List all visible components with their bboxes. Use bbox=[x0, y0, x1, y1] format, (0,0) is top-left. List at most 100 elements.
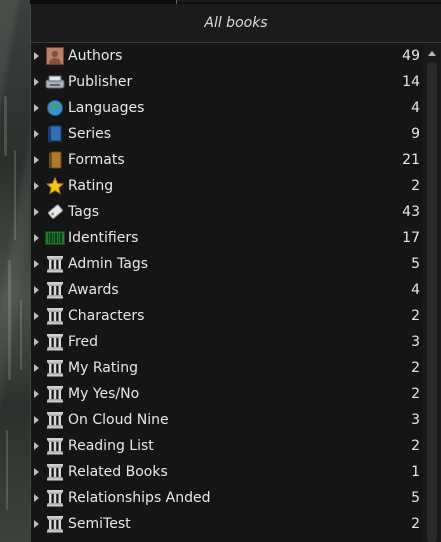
category-row-reading-list[interactable]: Reading List 2 bbox=[31, 433, 424, 459]
category-count: 3 bbox=[411, 334, 420, 350]
expand-arrow-icon[interactable] bbox=[34, 208, 39, 216]
category-row-tags[interactable]: Tags 43 bbox=[31, 199, 424, 225]
expand-arrow-icon[interactable] bbox=[34, 104, 39, 112]
category-label: Series bbox=[68, 126, 112, 142]
expand-arrow-icon[interactable] bbox=[34, 338, 39, 346]
category-row-on-cloud-nine[interactable]: On Cloud Nine 3 bbox=[31, 407, 424, 433]
column-icon bbox=[45, 385, 65, 403]
expand-arrow-icon[interactable] bbox=[34, 52, 39, 60]
expand-arrow-icon[interactable] bbox=[34, 260, 39, 268]
category-label: Languages bbox=[68, 100, 145, 116]
category-count: 2 bbox=[411, 360, 420, 376]
column-icon bbox=[45, 489, 65, 507]
category-label: Relationships Anded bbox=[68, 490, 211, 506]
category-row-related-books[interactable]: Related Books 1 bbox=[31, 459, 424, 485]
languages-icon bbox=[45, 99, 65, 117]
rating-icon bbox=[45, 177, 65, 195]
category-label: Tags bbox=[68, 204, 99, 220]
all-books-label: All books bbox=[204, 15, 268, 31]
column-icon bbox=[45, 359, 65, 377]
category-row-publisher[interactable]: Publisher 14 bbox=[31, 69, 424, 95]
category-count: 43 bbox=[402, 204, 420, 220]
column-icon bbox=[45, 255, 65, 273]
category-label: Characters bbox=[68, 308, 145, 324]
category-label: Formats bbox=[68, 152, 125, 168]
expand-arrow-icon[interactable] bbox=[34, 234, 39, 242]
category-row-relationships-anded[interactable]: Relationships Anded 5 bbox=[31, 485, 424, 511]
formats-icon bbox=[45, 151, 65, 169]
category-label: Admin Tags bbox=[68, 256, 149, 272]
tag-browser-panel: All books Authors 49 Publisher 14 Languages 4… bbox=[30, 4, 441, 542]
category-row-fred[interactable]: Fred 3 bbox=[31, 329, 424, 355]
column-icon bbox=[45, 463, 65, 481]
category-row-series[interactable]: Series 9 bbox=[31, 121, 424, 147]
category-label: On Cloud Nine bbox=[68, 412, 169, 428]
category-row-characters[interactable]: Characters 2 bbox=[31, 303, 424, 329]
column-icon bbox=[45, 411, 65, 429]
vertical-scrollbar[interactable] bbox=[423, 43, 441, 542]
category-label: Reading List bbox=[68, 438, 154, 454]
tag-browser-header[interactable]: All books bbox=[31, 4, 441, 43]
category-count: 2 bbox=[411, 308, 420, 324]
category-row-authors[interactable]: Authors 49 bbox=[31, 43, 424, 69]
category-count: 9 bbox=[411, 126, 420, 142]
category-row-admin-tags[interactable]: Admin Tags 5 bbox=[31, 251, 424, 277]
expand-arrow-icon[interactable] bbox=[34, 78, 39, 86]
column-icon bbox=[45, 307, 65, 325]
publisher-icon bbox=[45, 73, 65, 91]
expand-arrow-icon[interactable] bbox=[34, 130, 39, 138]
category-row-my-yes-no[interactable]: My Yes/No 2 bbox=[31, 381, 424, 407]
category-row-languages[interactable]: Languages 4 bbox=[31, 95, 424, 121]
category-label: My Rating bbox=[68, 360, 138, 376]
category-row-rating[interactable]: Rating 2 bbox=[31, 173, 424, 199]
expand-arrow-icon[interactable] bbox=[34, 416, 39, 424]
category-row-semitest[interactable]: SemiTest 2 bbox=[31, 511, 424, 537]
category-count: 21 bbox=[402, 152, 420, 168]
identifiers-icon bbox=[45, 229, 65, 247]
category-label: Identifiers bbox=[68, 230, 139, 246]
tags-icon bbox=[45, 203, 65, 221]
expand-arrow-icon[interactable] bbox=[34, 390, 39, 398]
category-count: 5 bbox=[411, 490, 420, 506]
category-label: Awards bbox=[68, 282, 119, 298]
category-label: SemiTest bbox=[68, 516, 131, 532]
scroll-thumb[interactable] bbox=[427, 63, 437, 542]
column-icon bbox=[45, 281, 65, 299]
category-count: 5 bbox=[411, 256, 420, 272]
expand-arrow-icon[interactable] bbox=[34, 182, 39, 190]
category-row-identifiers[interactable]: Identifiers 17 bbox=[31, 225, 424, 251]
expand-arrow-icon[interactable] bbox=[34, 520, 39, 528]
category-label: My Yes/No bbox=[68, 386, 140, 402]
column-icon bbox=[45, 333, 65, 351]
category-row-formats[interactable]: Formats 21 bbox=[31, 147, 424, 173]
category-count: 4 bbox=[411, 282, 420, 298]
column-icon bbox=[45, 515, 65, 533]
category-count: 2 bbox=[411, 178, 420, 194]
category-count: 3 bbox=[411, 412, 420, 428]
category-count: 17 bbox=[402, 230, 420, 246]
expand-arrow-icon[interactable] bbox=[34, 442, 39, 450]
category-label: Fred bbox=[68, 334, 98, 350]
category-label: Rating bbox=[68, 178, 114, 194]
expand-arrow-icon[interactable] bbox=[34, 286, 39, 294]
expand-arrow-icon[interactable] bbox=[34, 156, 39, 164]
category-row-my-rating[interactable]: My Rating 2 bbox=[31, 355, 424, 381]
category-count: 2 bbox=[411, 438, 420, 454]
expand-arrow-icon[interactable] bbox=[34, 468, 39, 476]
category-count: 14 bbox=[402, 74, 420, 90]
category-label: Related Books bbox=[68, 464, 168, 480]
expand-arrow-icon[interactable] bbox=[34, 312, 39, 320]
authors-icon bbox=[45, 47, 65, 65]
category-label: Authors bbox=[68, 48, 123, 64]
category-count: 1 bbox=[411, 464, 420, 480]
category-tree: Authors 49 Publisher 14 Languages 4 Series 9 For… bbox=[31, 43, 424, 537]
expand-arrow-icon[interactable] bbox=[34, 494, 39, 502]
category-row-awards[interactable]: Awards 4 bbox=[31, 277, 424, 303]
column-icon bbox=[45, 437, 65, 455]
scroll-up-arrow-icon[interactable] bbox=[428, 51, 436, 56]
category-count: 2 bbox=[411, 386, 420, 402]
expand-arrow-icon[interactable] bbox=[34, 364, 39, 372]
category-count: 49 bbox=[402, 48, 420, 64]
category-label: Publisher bbox=[68, 74, 133, 90]
series-icon bbox=[45, 125, 65, 143]
